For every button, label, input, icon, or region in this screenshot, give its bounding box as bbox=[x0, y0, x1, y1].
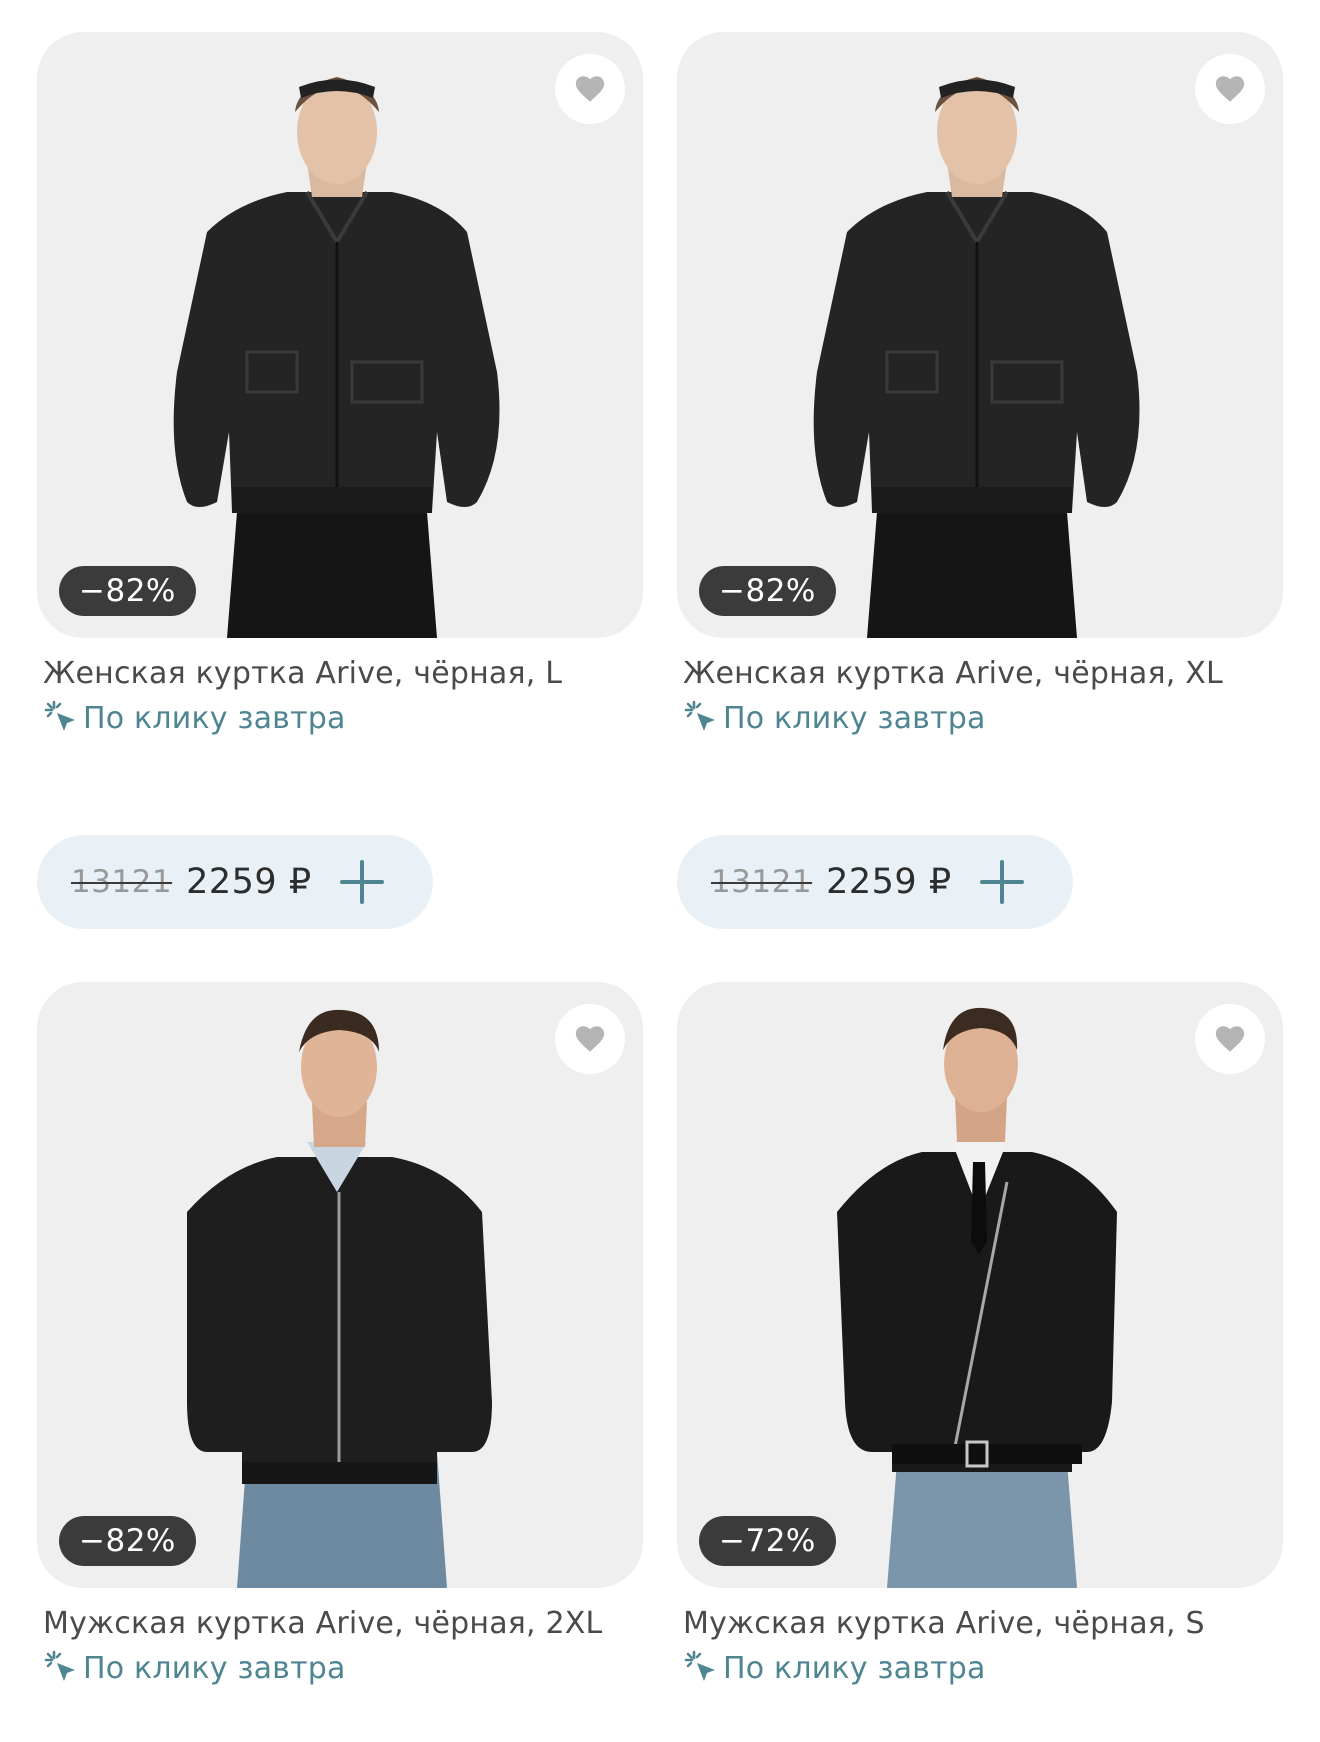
price-add-to-cart[interactable]: 13121 2259 ₽ bbox=[677, 835, 1073, 929]
man-bomber-jacket-photo bbox=[187, 1009, 492, 1588]
woman-leather-jacket-photo bbox=[813, 77, 1140, 638]
current-price: 2259 ₽ bbox=[186, 862, 312, 902]
delivery-text: По клику завтра bbox=[723, 1650, 986, 1686]
sparkle-click-icon bbox=[684, 1650, 715, 1681]
heart-icon bbox=[575, 76, 605, 102]
sparkle-click-icon bbox=[44, 700, 75, 731]
old-price: 13121 bbox=[71, 864, 173, 900]
product-grid: −82% Женская куртка Arive, чёрная, L По … bbox=[37, 32, 1283, 1742]
product-title[interactable]: Мужская куртка Arive, чёрная, 2XL bbox=[43, 1606, 643, 1641]
favorite-button[interactable] bbox=[555, 1004, 625, 1074]
delivery-text: По клику завтра bbox=[83, 1650, 346, 1686]
favorite-button[interactable] bbox=[1195, 1004, 1265, 1074]
product-card[interactable]: −72% Мужская куртка Arive, чёрная, S По … bbox=[677, 982, 1283, 1742]
add-to-cart-button[interactable] bbox=[976, 856, 1028, 908]
old-price: 13121 bbox=[711, 864, 813, 900]
product-card[interactable]: −82% Женская куртка Arive, чёрная, XL По… bbox=[677, 32, 1283, 982]
sparkle-click-icon bbox=[44, 1650, 75, 1681]
heart-icon bbox=[1215, 1026, 1245, 1052]
heart-icon bbox=[1215, 76, 1245, 102]
product-image[interactable]: −82% bbox=[677, 32, 1283, 638]
favorite-button[interactable] bbox=[1195, 54, 1265, 124]
discount-badge: −82% bbox=[699, 566, 836, 616]
product-title[interactable]: Женская куртка Arive, чёрная, L bbox=[43, 656, 643, 691]
plus-icon bbox=[339, 860, 384, 904]
current-price: 2259 ₽ bbox=[826, 862, 952, 902]
delivery-text: По клику завтра bbox=[83, 700, 346, 736]
delivery-info: По клику завтра bbox=[683, 1649, 1283, 1687]
man-biker-jacket-photo bbox=[837, 1007, 1117, 1588]
product-title[interactable]: Женская куртка Arive, чёрная, XL bbox=[683, 656, 1283, 691]
delivery-info: По клику завтра bbox=[43, 699, 643, 737]
discount-badge: −72% bbox=[699, 1516, 836, 1566]
sparkle-click-icon bbox=[684, 700, 715, 731]
heart-icon bbox=[575, 1026, 605, 1052]
woman-leather-jacket-photo bbox=[173, 77, 500, 638]
add-to-cart-button[interactable] bbox=[336, 856, 388, 908]
product-card[interactable]: −82% Мужская куртка Arive, чёрная, 2XL П… bbox=[37, 982, 643, 1742]
product-image[interactable]: −82% bbox=[37, 32, 643, 638]
discount-badge: −82% bbox=[59, 566, 196, 616]
plus-icon bbox=[979, 860, 1024, 904]
discount-badge: −82% bbox=[59, 1516, 196, 1566]
delivery-text: По клику завтра bbox=[723, 700, 986, 736]
delivery-info: По клику завтра bbox=[43, 1649, 643, 1687]
product-image[interactable]: −72% bbox=[677, 982, 1283, 1588]
price-add-to-cart[interactable]: 13121 2259 ₽ bbox=[37, 835, 433, 929]
product-card[interactable]: −82% Женская куртка Arive, чёрная, L По … bbox=[37, 32, 643, 982]
delivery-info: По клику завтра bbox=[683, 699, 1283, 737]
favorite-button[interactable] bbox=[555, 54, 625, 124]
product-title[interactable]: Мужская куртка Arive, чёрная, S bbox=[683, 1606, 1283, 1641]
product-image[interactable]: −82% bbox=[37, 982, 643, 1588]
